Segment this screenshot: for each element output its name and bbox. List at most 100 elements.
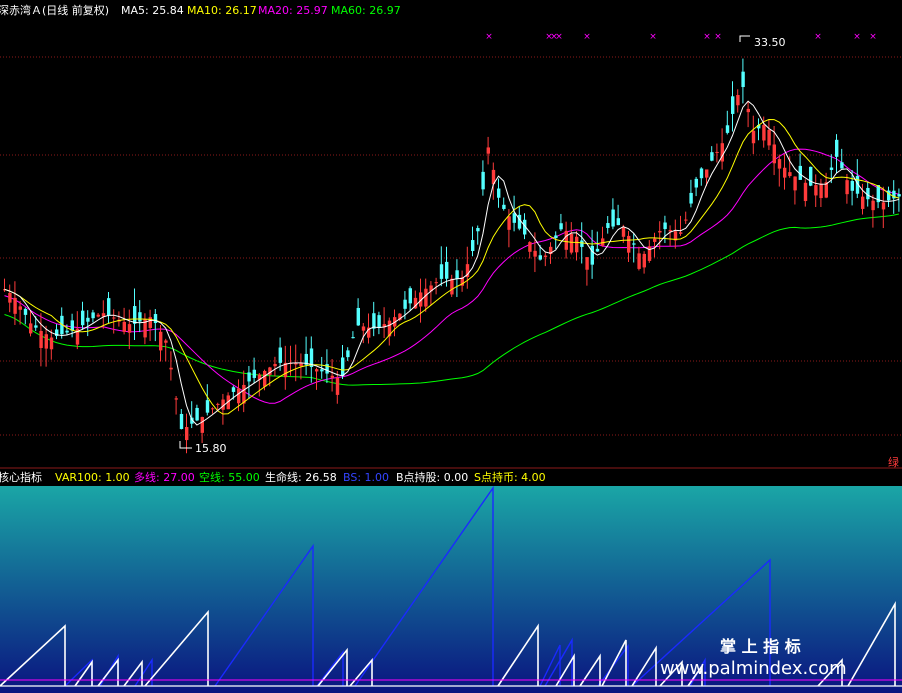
candle-body [434,282,438,284]
candle-body [13,297,17,314]
candle-body [153,314,158,324]
candle-body [127,324,132,333]
candle-body [699,168,704,179]
stock-title: 深赤湾Ａ(日线 前复权) [0,3,109,17]
watermark-url: www.palmindex.com [660,658,847,679]
candle-body [231,387,236,392]
candle-body [793,176,797,191]
candle-body [512,213,516,223]
candle-body [49,337,54,350]
candle-body [881,202,886,210]
candle-body [91,312,95,319]
candle-body [642,253,646,268]
bs-value: BS: 1.00 [343,471,389,484]
candle-body [538,255,542,260]
candle-body [507,216,511,230]
signal-marker: × [649,32,657,42]
candle-body [616,218,620,226]
candle-body [590,245,594,265]
candle [809,166,813,187]
candle-body [148,317,152,328]
candle-body [112,317,116,319]
candle-body [533,250,537,257]
signal-marker: × [583,32,591,42]
candle-body [200,417,204,433]
candle-body [8,292,12,303]
candle-body [632,243,636,245]
candle-body [403,299,407,309]
candle-body [850,181,854,191]
s-point-value: S点持币: 4.00 [474,470,546,484]
candle-body [606,223,610,228]
candle-body [621,227,626,237]
candle-body [164,340,168,343]
kong-line-value: 空线: 55.00 [199,470,260,484]
candle-body [772,144,776,164]
candle-body [751,130,756,144]
candle-body [122,321,126,332]
b-point-value: B点持股: 0.00 [396,470,468,484]
candle-body [741,71,745,88]
candle-body [663,222,667,230]
candle-body [351,337,355,339]
candle-body [845,180,849,195]
candle-body [715,151,719,153]
signal-marker: × [869,32,877,42]
candle-body [169,367,173,370]
candle-body [777,159,782,169]
signal-marker: × [703,32,711,42]
candle-body [450,278,454,295]
candle-body [330,375,334,378]
candle-body [736,94,740,106]
corner-mark: 绿 [888,455,899,469]
candle-body [372,313,376,329]
candle-body [341,357,345,377]
candle-body [486,147,490,154]
candle-body [335,377,340,395]
candle-body [647,246,652,261]
candle-body [205,400,210,413]
candle-body [86,317,90,322]
signal-marker: × [814,32,822,42]
candle-body [471,240,475,252]
candle-body [356,307,360,326]
candle-body [694,178,698,188]
candle-body [559,223,563,230]
candle-body [783,167,787,178]
indicator-panel[interactable]: 掌 上 指 标 www.palmindex.com [0,485,902,693]
watermark-title: 掌 上 指 标 [720,637,801,656]
candle-body [34,325,38,328]
candle-body [580,240,584,247]
candle-body [746,108,750,113]
candle-body [252,369,256,378]
candle-body [377,315,381,328]
candle-body [273,363,277,367]
candle-body [195,407,199,421]
ma10-value: MA10: 26.17 [187,4,257,17]
candle-body [96,314,100,317]
candle-body [897,194,901,197]
ma60-value: MA60: 26.97 [331,4,401,17]
candle-body [528,242,532,252]
candle-body [476,228,480,232]
candle-body [653,238,657,242]
indicator-header: 核心指标 VAR100: 1.00 多线: 27.00 空线: 55.00 生命… [0,467,902,486]
price-panel[interactable]: × ××× × × × × × × × 33.50 15.80 绿 深赤湾Ａ(日线 前复权) M… [0,0,902,469]
indicator-title: 核心指标 [0,470,42,484]
candle-body [174,398,178,400]
candle-body [684,219,688,221]
ma20-value: MA20: 25.97 [258,4,328,17]
candle-body [81,310,85,326]
candle-body [840,162,844,169]
signal-marker: × [714,32,722,42]
candle-body [762,125,766,141]
candle-body [107,298,111,316]
ma5-value: MA5: 25.84 [121,4,184,17]
candle-body [29,323,33,334]
candle-body [788,172,792,177]
candle-body [185,427,189,441]
candle-body [247,372,251,382]
candle-body [263,370,267,387]
candle-body [725,125,730,133]
candle-body [575,236,579,253]
